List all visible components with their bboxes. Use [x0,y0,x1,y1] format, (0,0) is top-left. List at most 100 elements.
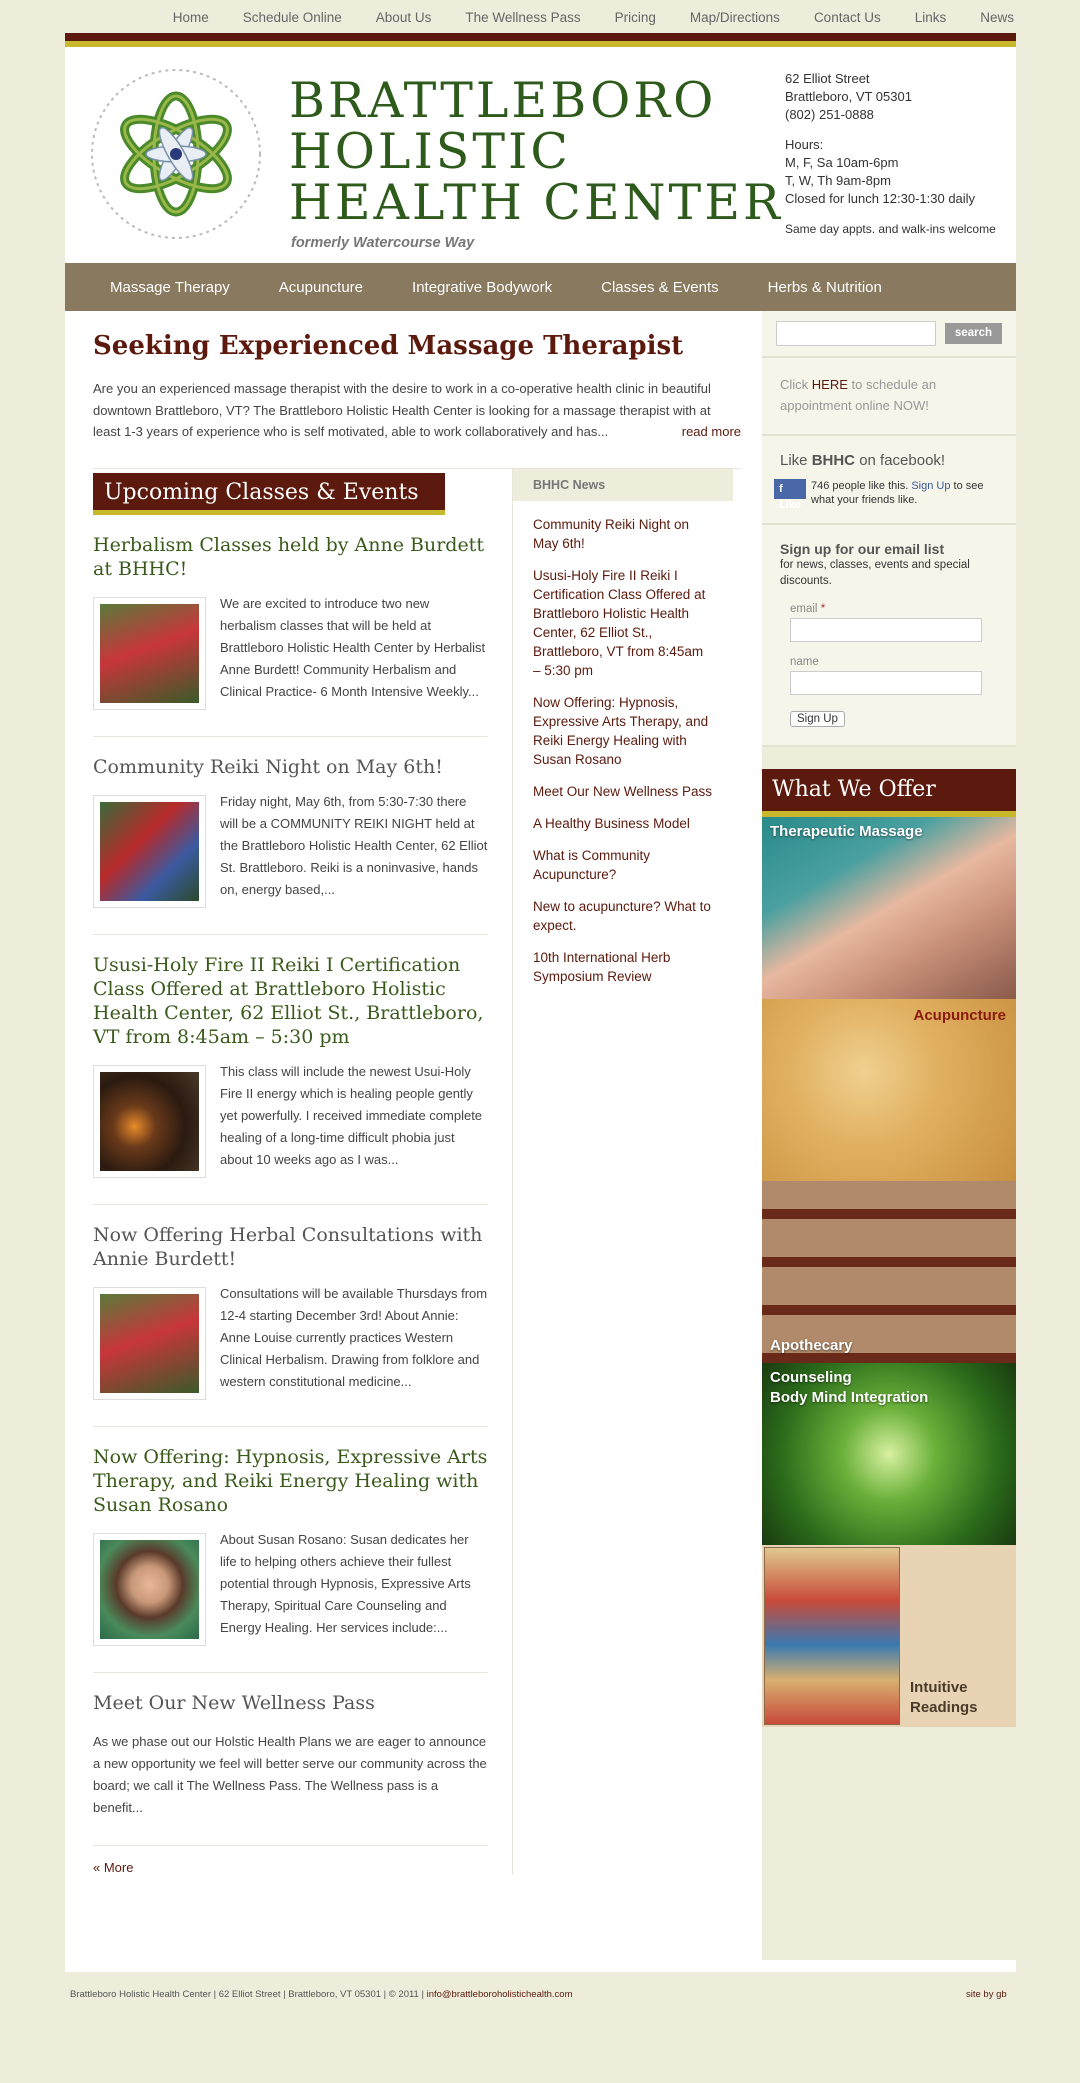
address-street: 62 Elliot Street [785,71,870,86]
search-input[interactable] [776,321,936,346]
news-item[interactable]: Community Reiki Night on May 6th! [533,515,713,553]
post-thumbnail[interactable] [93,596,206,710]
main-nav-classes-events[interactable]: Classes & Events [601,279,719,296]
facebook-like-button[interactable]: f Like [774,479,807,511]
news-item[interactable]: Now Offering: Hypnosis, Expressive Arts … [533,693,713,769]
post-excerpt: Consultations will be available Thursday… [220,1285,488,1389]
top-nav-schedule-online[interactable]: Schedule Online [243,10,342,25]
footer-bar [65,1960,1016,1972]
feature-title[interactable]: Seeking Experienced Massage Therapist [93,331,741,361]
top-nav-wellness-pass[interactable]: The Wellness Pass [465,10,580,25]
post-thumbnail[interactable] [93,1286,206,1400]
tile-label: Intuitive [910,1679,968,1696]
name-label: name [790,656,819,668]
tile-label: Apothecary [770,1337,853,1354]
tile-label: Counseling [770,1369,852,1386]
post-excerpt: Friday night, May 6th, from 5:30-7:30 th… [220,793,488,897]
events-heading: Upcoming Classes & Events [93,472,445,515]
main-nav: Massage Therapy Acupuncture Integrative … [65,263,1016,311]
footer-text: Brattleboro Holistic Health Center | 62 … [70,1989,573,2000]
post-excerpt: About Susan Rosano: Susan dedicates her … [220,1531,471,1635]
footer-email-link[interactable]: info@brattleboroholistichealth.com [427,1989,573,2000]
post-excerpt: We are excited to introduce two new herb… [220,595,486,699]
main-nav-massage-therapy[interactable]: Massage Therapy [110,279,230,296]
brand-formerly: formerly Watercourse Way [291,235,475,251]
offer-tile-counseling[interactable]: Counseling Body Mind Integration [762,1363,1016,1545]
address-phone: (802) 251-0888 [785,107,874,122]
tile-label: Acupuncture [913,1007,1006,1024]
tile-label: Therapeutic Massage [770,823,923,840]
facebook-box: Like BHHC on facebook! f Like 746 people… [762,436,1016,525]
top-nav-links[interactable]: Links [915,10,947,25]
news-heading: BHHC News [513,468,733,501]
name-field[interactable] [790,671,982,695]
news-item[interactable]: Ususi-Holy Fire II Reiki I Certification… [533,566,713,680]
facebook-signup-link[interactable]: Sign Up [911,480,950,492]
top-nav-news[interactable]: News [980,10,1014,25]
events-column: Upcoming Classes & Events Herbalism Clas… [93,468,513,1875]
top-nav: Home Schedule Online About Us The Wellne… [139,0,1014,34]
email-signup-title: Sign up for our email list [780,541,945,557]
main-column: Seeking Experienced Massage Therapist Ar… [65,311,762,1960]
email-field[interactable] [790,618,982,642]
facebook-like-count: 746 people like this. Sign Up to see wha… [811,480,984,506]
main-nav-herbs-nutrition[interactable]: Herbs & Nutrition [768,279,882,296]
post-title[interactable]: Ususi-Holy Fire II Reiki I Certification… [93,953,488,1049]
search-button[interactable]: search [944,323,1002,344]
footer-credit[interactable]: site by gb [966,1989,1007,2000]
brand-line-1: BRATTLEBORO [289,72,717,129]
offer-tile-apothecary[interactable]: Apothecary [762,1181,1016,1363]
post-title[interactable]: Now Offering Herbal Consultations with A… [93,1223,488,1271]
offer-heading: What We Offer [762,769,1016,817]
news-column: BHHC News Community Reiki Night on May 6… [513,468,733,1875]
main-nav-acupuncture[interactable]: Acupuncture [279,279,363,296]
post-item: Community Reiki Night on May 6th! Friday… [93,755,488,935]
header-bar-dark [65,33,1016,41]
top-nav-map-directions[interactable]: Map/Directions [690,10,780,25]
two-columns: Upcoming Classes & Events Herbalism Clas… [93,467,741,1875]
news-item[interactable]: Meet Our New Wellness Pass [533,782,713,801]
post-thumbnail[interactable] [93,1064,206,1178]
post-thumbnail[interactable] [93,1532,206,1646]
brand-name[interactable]: BRATTLEBORO HOLISTIC HEALTH CENTER [289,75,783,228]
read-more-link[interactable]: read more [682,421,741,443]
tile-label: Body Mind Integration [770,1389,929,1406]
walkins-note: Same day appts. and walk-ins welcome [785,222,996,236]
email-label: email * [790,603,826,615]
search-box: search [762,311,1016,358]
news-item[interactable]: A Healthy Business Model [533,814,713,833]
signup-button[interactable]: Sign Up [790,711,845,727]
more-posts-link[interactable]: « More [93,1860,488,1875]
news-list: Community Reiki Night on May 6th! Ususi-… [513,501,733,986]
news-item[interactable]: What is Community Acupuncture? [533,846,713,884]
brand-line-2: HOLISTIC [289,123,571,180]
content-area: Seeking Experienced Massage Therapist Ar… [65,311,1016,1960]
post-thumbnail[interactable] [93,794,206,908]
tarot-card-image [764,1547,900,1725]
sidebar: search Click HERE to schedule an appoint… [762,311,1016,1960]
email-signup-box: Sign up for our email list for news, cla… [762,525,1016,747]
address-city: Brattleboro, VT 05301 [785,89,912,104]
logo-mandala-icon[interactable] [87,65,265,243]
main-nav-integrative-bodywork[interactable]: Integrative Bodywork [412,279,552,296]
schedule-box: Click HERE to schedule an appointment on… [762,358,1016,436]
offer-tile-acupuncture[interactable]: Acupuncture [762,999,1016,1181]
news-item[interactable]: 10th International Herb Symposium Review [533,948,713,986]
post-title[interactable]: Meet Our New Wellness Pass [93,1691,488,1715]
hours-line-1: M, F, Sa 10am-6pm [785,155,899,170]
schedule-here-link[interactable]: HERE [812,377,848,392]
email-signup-subtitle: for news, classes, events and special di… [780,559,970,587]
post-title[interactable]: Herbalism Classes held by Anne Burdett a… [93,533,488,581]
offer-tile-massage[interactable]: Therapeutic Massage [762,817,1016,999]
feature-text: Are you an experienced massage therapist… [93,378,741,443]
offer-tile-intuitive-readings[interactable]: Intuitive Readings [762,1545,1016,1727]
news-item[interactable]: New to acupuncture? What to expect. [533,897,713,935]
top-nav-home[interactable]: Home [173,10,209,25]
top-nav-contact-us[interactable]: Contact Us [814,10,881,25]
top-nav-pricing[interactable]: Pricing [615,10,656,25]
post-item: Herbalism Classes held by Anne Burdett a… [93,533,488,737]
post-title[interactable]: Community Reiki Night on May 6th! [93,755,488,779]
feature-excerpt: Are you an experienced massage therapist… [93,381,711,439]
top-nav-about-us[interactable]: About Us [376,10,432,25]
post-title[interactable]: Now Offering: Hypnosis, Expressive Arts … [93,1445,488,1517]
